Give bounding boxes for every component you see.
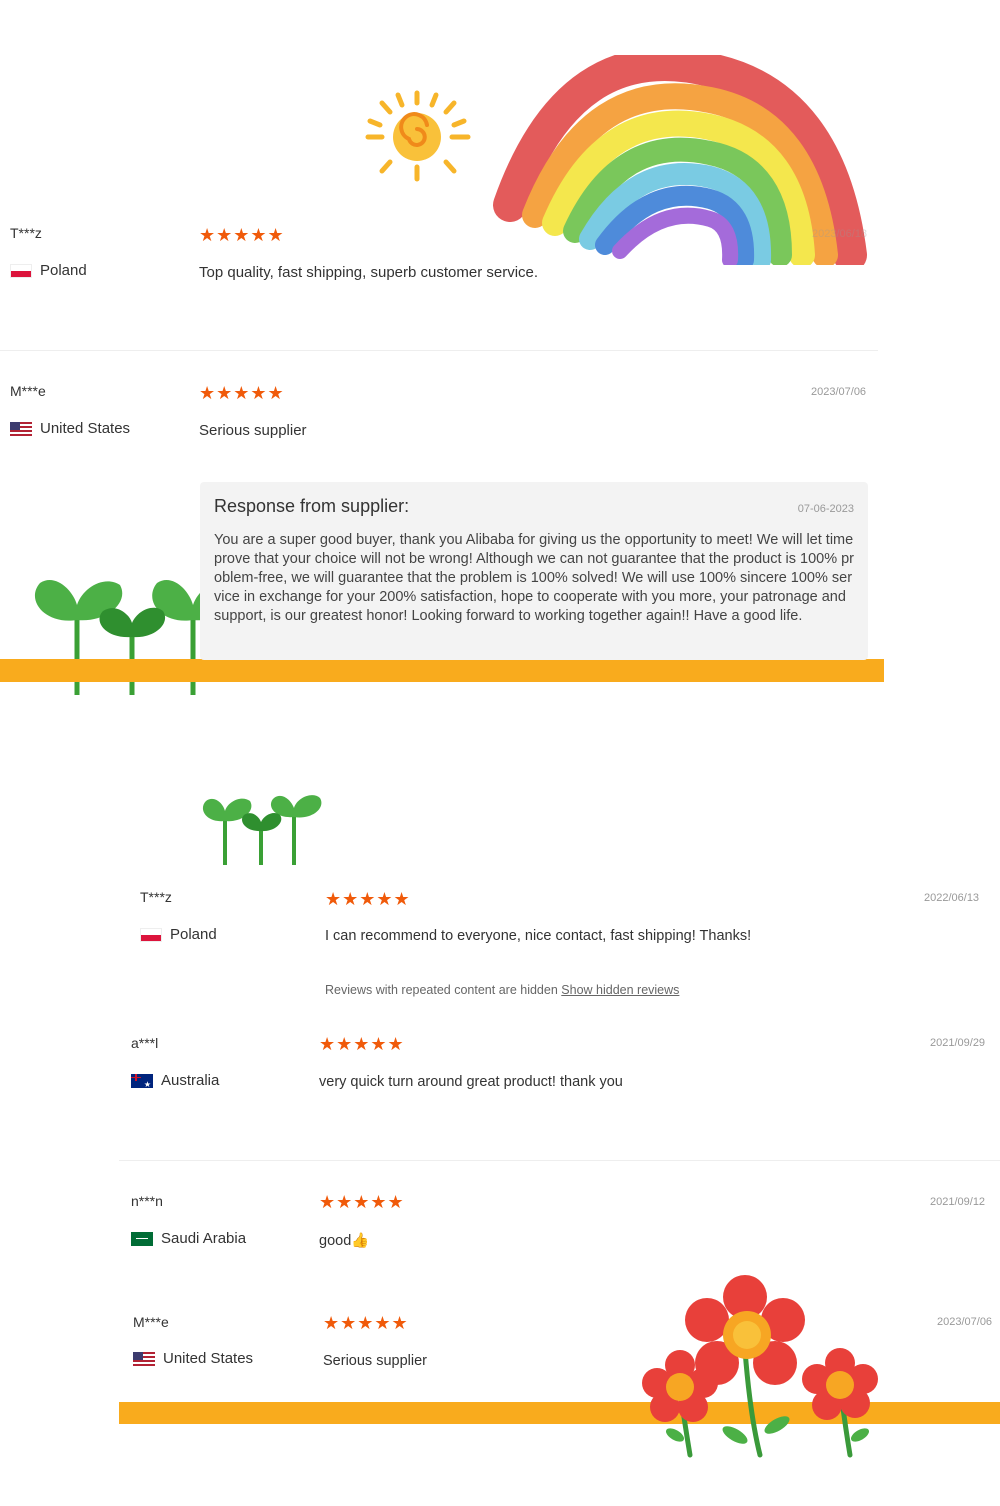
review-text: Top quality, fast shipping, superb custo… (199, 264, 539, 281)
sprouts-small-illustration (202, 795, 322, 865)
rating-stars: ★★★★★ (325, 889, 411, 909)
review-text: Serious supplier (323, 1353, 427, 1369)
poland-flag-icon (10, 263, 32, 278)
divider (0, 350, 878, 351)
poland-flag-icon (140, 927, 162, 942)
rating-stars: ★★★★★ (319, 1034, 405, 1054)
country-label: United States (163, 1350, 254, 1367)
country-label: United States (40, 420, 131, 437)
country-label: Poland (40, 262, 87, 279)
country-label: Saudi Arabia (161, 1230, 247, 1247)
supplier-response: Response from supplier: 07-06-2023 You a… (200, 482, 868, 660)
reviewer-country: United States (133, 1350, 253, 1367)
reviewer-country: Poland (10, 262, 87, 279)
reviewer-name: M***e (133, 1314, 169, 1330)
response-body: You are a super good buyer, thank you Al… (214, 532, 855, 624)
rating-stars: ★★★★★ (319, 1192, 405, 1212)
reviewer-name: T***z (10, 225, 42, 241)
australia-flag-icon (131, 1073, 153, 1088)
reviewer-name: M***e (10, 383, 46, 399)
review-date: 2023/07/06 (937, 1316, 993, 1328)
review-text: I can recommend to everyone, nice contac… (325, 928, 752, 944)
response-title: Response from supplier: (214, 496, 410, 516)
rating-stars: ★★★★★ (323, 1313, 409, 1333)
orange-band-top (0, 659, 884, 682)
reviewer-name: T***z (140, 889, 172, 905)
reviewer-country: Australia (131, 1072, 219, 1089)
reviewer-country: Saudi Arabia (131, 1230, 246, 1247)
reviewer-name: n***n (131, 1193, 163, 1209)
country-label: Poland (170, 926, 217, 943)
reviewer-country: Poland (140, 926, 217, 943)
rating-stars: ★★★★★ (199, 383, 285, 403)
hidden-note-text: Reviews with repeated content are hidden (325, 983, 558, 997)
review-text: Serious supplier (199, 422, 307, 439)
response-date: 07-06-2023 (797, 503, 854, 515)
hidden-reviews-notice: Reviews with repeated content are hidden… (325, 983, 679, 997)
reviewer-name: a***l (131, 1035, 159, 1051)
reviewer-country: United States (10, 420, 130, 437)
review-date: 2023/06/18 (812, 228, 868, 240)
review-date: 2021/09/29 (930, 1037, 986, 1049)
divider (119, 1160, 1000, 1161)
review-text: very quick turn around great product! th… (319, 1074, 623, 1090)
sun-illustration (365, 90, 471, 182)
rating-stars: ★★★★★ (199, 225, 285, 245)
review-date: 2023/07/06 (811, 386, 867, 398)
country-label: Australia (161, 1072, 220, 1089)
show-hidden-reviews-link[interactable]: Show hidden reviews (561, 983, 679, 997)
review-text: good👍 (319, 1233, 370, 1249)
saudi-arabia-flag-icon (131, 1231, 153, 1246)
review-date: 2022/06/13 (924, 892, 980, 904)
us-flag-icon (10, 421, 32, 436)
us-flag-icon (133, 1351, 155, 1366)
flowers-illustration (642, 1275, 878, 1458)
review-date: 2021/09/12 (930, 1196, 986, 1208)
